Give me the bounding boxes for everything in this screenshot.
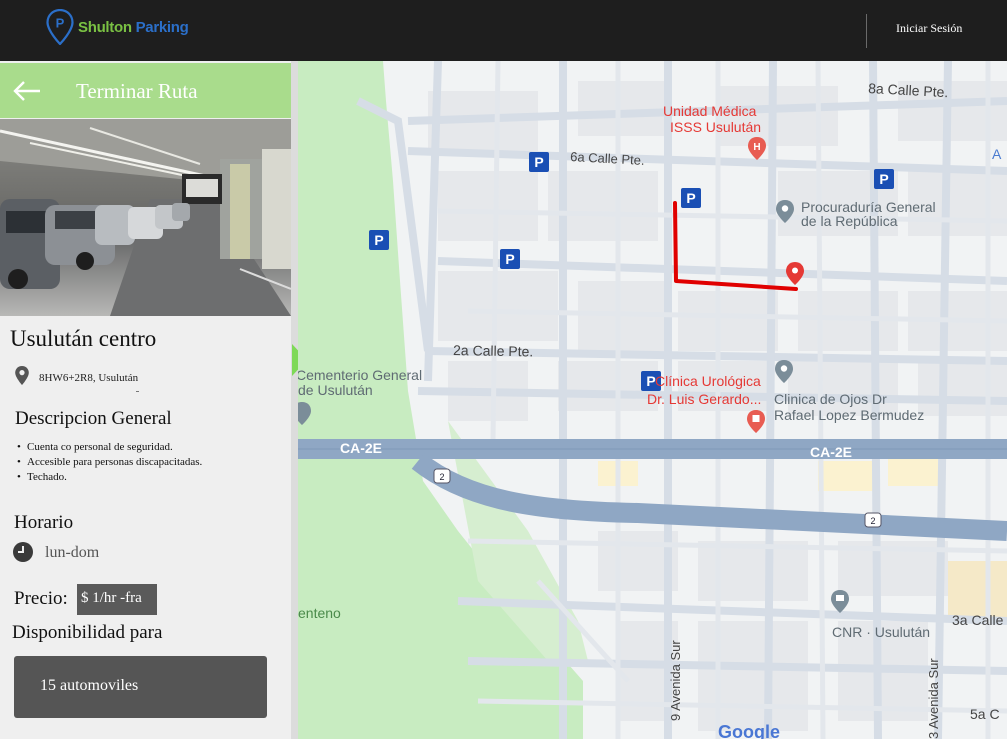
svg-text:P: P <box>56 16 65 31</box>
route-shield-icon: 2 <box>864 512 882 528</box>
parking-marker-icon: P <box>500 249 520 269</box>
poi-label: enteno <box>298 605 341 621</box>
poi-label: Dr. Luis Gerardo... <box>647 391 761 407</box>
login-link[interactable]: Iniciar Sesión <box>896 21 962 36</box>
parking-photo <box>0 119 291 316</box>
street-label: 8a Calle Pte. <box>868 80 949 100</box>
availability-label: Disponibilidad para <box>12 622 163 643</box>
place-address: 8HW6+2R8, Usulután <box>39 372 139 384</box>
street-label: 9 Avenida Sur <box>668 640 683 721</box>
hospital-marker-icon[interactable]: H <box>748 137 766 160</box>
availability-value: 15 automoviles <box>14 656 267 718</box>
location-pin-icon <box>14 365 30 392</box>
poi-label: CNR · Usulután <box>832 624 930 640</box>
brand-name-part2: Parking <box>135 18 189 36</box>
poi-label: de la República <box>801 213 898 229</box>
poi-label: Unidad Médica <box>663 103 757 119</box>
svg-text:P: P <box>879 171 888 187</box>
poi-label: Rafael Lopez Bermudez <box>774 407 924 423</box>
map-view[interactable]: H P P P P P P 2 2 8a Calle Pte. 6a Calle… <box>298 61 1007 739</box>
panel-edge <box>291 61 298 739</box>
brand-logo[interactable]: P Shulton Parking <box>46 8 189 46</box>
schedule-value: lun-dom <box>45 544 100 561</box>
clock-icon <box>12 541 34 568</box>
highway-label: CA-2E <box>810 444 852 460</box>
poi-label: Cementerio General <box>298 367 422 383</box>
back-arrow-icon <box>13 81 40 101</box>
parking-marker-icon: P <box>529 152 549 172</box>
svg-text:H: H <box>753 142 760 153</box>
price-value: $ 1/hr -fra <box>77 584 157 615</box>
back-button[interactable] <box>12 79 44 103</box>
cnr-marker-icon[interactable] <box>831 590 849 613</box>
navbar-divider <box>866 14 867 48</box>
poi-label: Clínica Urológica <box>655 373 761 389</box>
street-label: 6a Calle Pte. <box>570 149 645 168</box>
svg-text:2: 2 <box>439 472 444 482</box>
poi-label: de Usulután <box>298 382 373 398</box>
poi-label: ISSS Usulután <box>670 119 761 135</box>
clinic-marker-icon[interactable] <box>747 410 765 433</box>
destination-pin-icon[interactable] <box>786 262 804 285</box>
divider-mark <box>136 391 139 392</box>
svg-text:2: 2 <box>870 516 875 526</box>
poi-label: Clinica de Ojos Dr <box>774 391 887 407</box>
parking-marker-icon: P <box>681 188 701 208</box>
price-label: Precio: <box>14 588 68 609</box>
map-label: A <box>992 146 1002 162</box>
panel-header: Terminar Ruta <box>0 63 295 118</box>
svg-text:P: P <box>686 190 695 206</box>
svg-text:P: P <box>534 154 543 170</box>
brand-name: Shulton Parking <box>78 19 189 36</box>
google-watermark: Google <box>718 722 780 739</box>
schedule-title: Horario <box>14 512 74 533</box>
svg-text:P: P <box>374 232 383 248</box>
description-item: Techado. <box>17 470 217 484</box>
street-label: 2a Calle Pte. <box>453 342 533 359</box>
highway-label: CA-2E <box>340 440 382 456</box>
description-item: Cuenta co personal de seguridad. <box>17 440 217 454</box>
place-name: Usulután centro <box>10 326 157 351</box>
parking-marker-icon: P <box>874 169 894 189</box>
street-label: 3 Avenida Sur <box>926 658 941 739</box>
top-navbar: P Shulton Parking Iniciar Sesión <box>0 0 1007 61</box>
logo-pin-icon: P <box>46 9 74 45</box>
description-list: Cuenta co personal de seguridad. Accesib… <box>17 440 217 485</box>
brand-name-part1: Shulton <box>78 18 132 36</box>
end-route-title[interactable]: Terminar Ruta <box>76 79 198 104</box>
route-shield-icon: 2 <box>433 468 451 484</box>
street-label: 5a C <box>970 706 1000 722</box>
svg-text:P: P <box>505 251 514 267</box>
parking-detail-panel: Terminar Ruta Usulután centro 8HW6+2R8, … <box>0 61 296 739</box>
parking-marker-icon: P <box>369 230 389 250</box>
street-label: 3a Calle <box>952 612 1004 628</box>
description-title: Descripcion General <box>15 408 172 429</box>
description-item: Accesible para personas discapacitadas. <box>17 455 217 469</box>
